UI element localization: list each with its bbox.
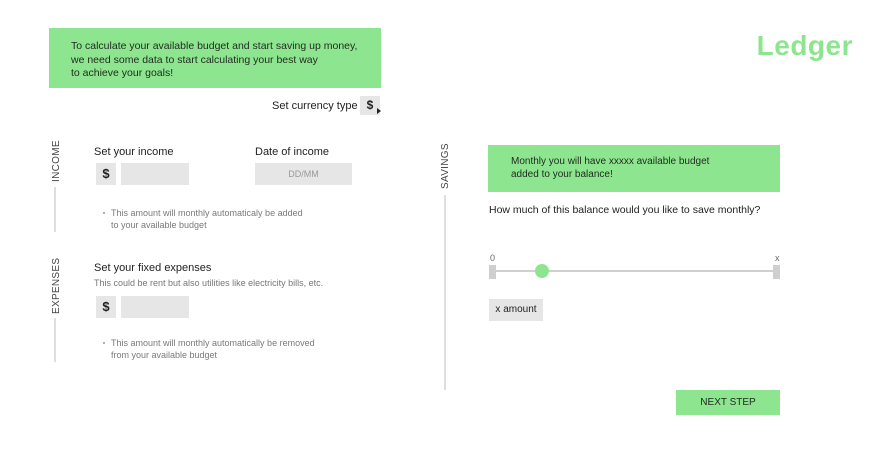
expenses-note-line2: from your available budget — [111, 350, 218, 360]
income-note-line2: to your available budget — [111, 220, 207, 230]
bullet-icon — [103, 342, 105, 344]
slider-min-handle — [489, 265, 496, 279]
next-step-button[interactable]: NEXT STEP — [676, 390, 780, 415]
slider-min-label: 0 — [490, 253, 496, 263]
income-section-label: INCOME — [51, 140, 62, 182]
income-section-divider — [54, 187, 56, 232]
expenses-section-label: EXPENSES — [51, 257, 62, 314]
slider-max-label: x — [775, 253, 780, 263]
currency-type-label: Set currency type — [272, 100, 358, 112]
expenses-note: This amount will monthly automatically b… — [111, 337, 315, 361]
expenses-amount-input[interactable] — [121, 296, 189, 318]
savings-section-divider — [444, 195, 446, 390]
income-currency-symbol: $ — [96, 163, 116, 185]
intro-text-line2: we need some data to start calculating y… — [71, 53, 318, 66]
expenses-section-divider — [54, 318, 56, 362]
expenses-note-line1: This amount will monthly automatically b… — [111, 338, 315, 348]
income-amount-input[interactable] — [121, 163, 189, 185]
savings-section-label: SAVINGS — [440, 143, 451, 189]
monthly-budget-line2: added to your balance! — [511, 169, 613, 180]
income-title: Set your income — [94, 146, 174, 158]
income-note: This amount will monthly automaticaly be… — [111, 207, 303, 231]
date-of-income-input[interactable] — [255, 163, 352, 185]
slider-max-handle — [773, 265, 780, 279]
savings-question: How much of this balance would you like … — [489, 204, 761, 216]
expenses-title: Set your fixed expenses — [94, 262, 212, 274]
date-of-income-title: Date of income — [255, 146, 329, 158]
savings-slider-thumb[interactable] — [535, 264, 550, 278]
intro-banner: To calculate your available budget and s… — [49, 28, 381, 88]
monthly-budget-line1: Monthly you will have xxxxx available bu… — [511, 156, 710, 167]
monthly-budget-banner: Monthly you will have xxxxx available bu… — [488, 145, 780, 192]
dropdown-arrow-icon[interactable] — [377, 108, 381, 114]
ledger-logo: Ledger — [756, 30, 853, 61]
savings-amount-button[interactable]: x amount — [489, 299, 543, 321]
intro-text-line3: to achieve your goals! — [71, 67, 174, 79]
intro-text-line1: To calculate your available budget and s… — [71, 40, 358, 52]
expenses-currency-symbol: $ — [96, 296, 116, 318]
expenses-subtitle: This could be rent but also utilities li… — [94, 278, 324, 288]
income-note-line1: This amount will monthly automaticaly be… — [111, 208, 303, 218]
bullet-icon — [103, 212, 105, 214]
